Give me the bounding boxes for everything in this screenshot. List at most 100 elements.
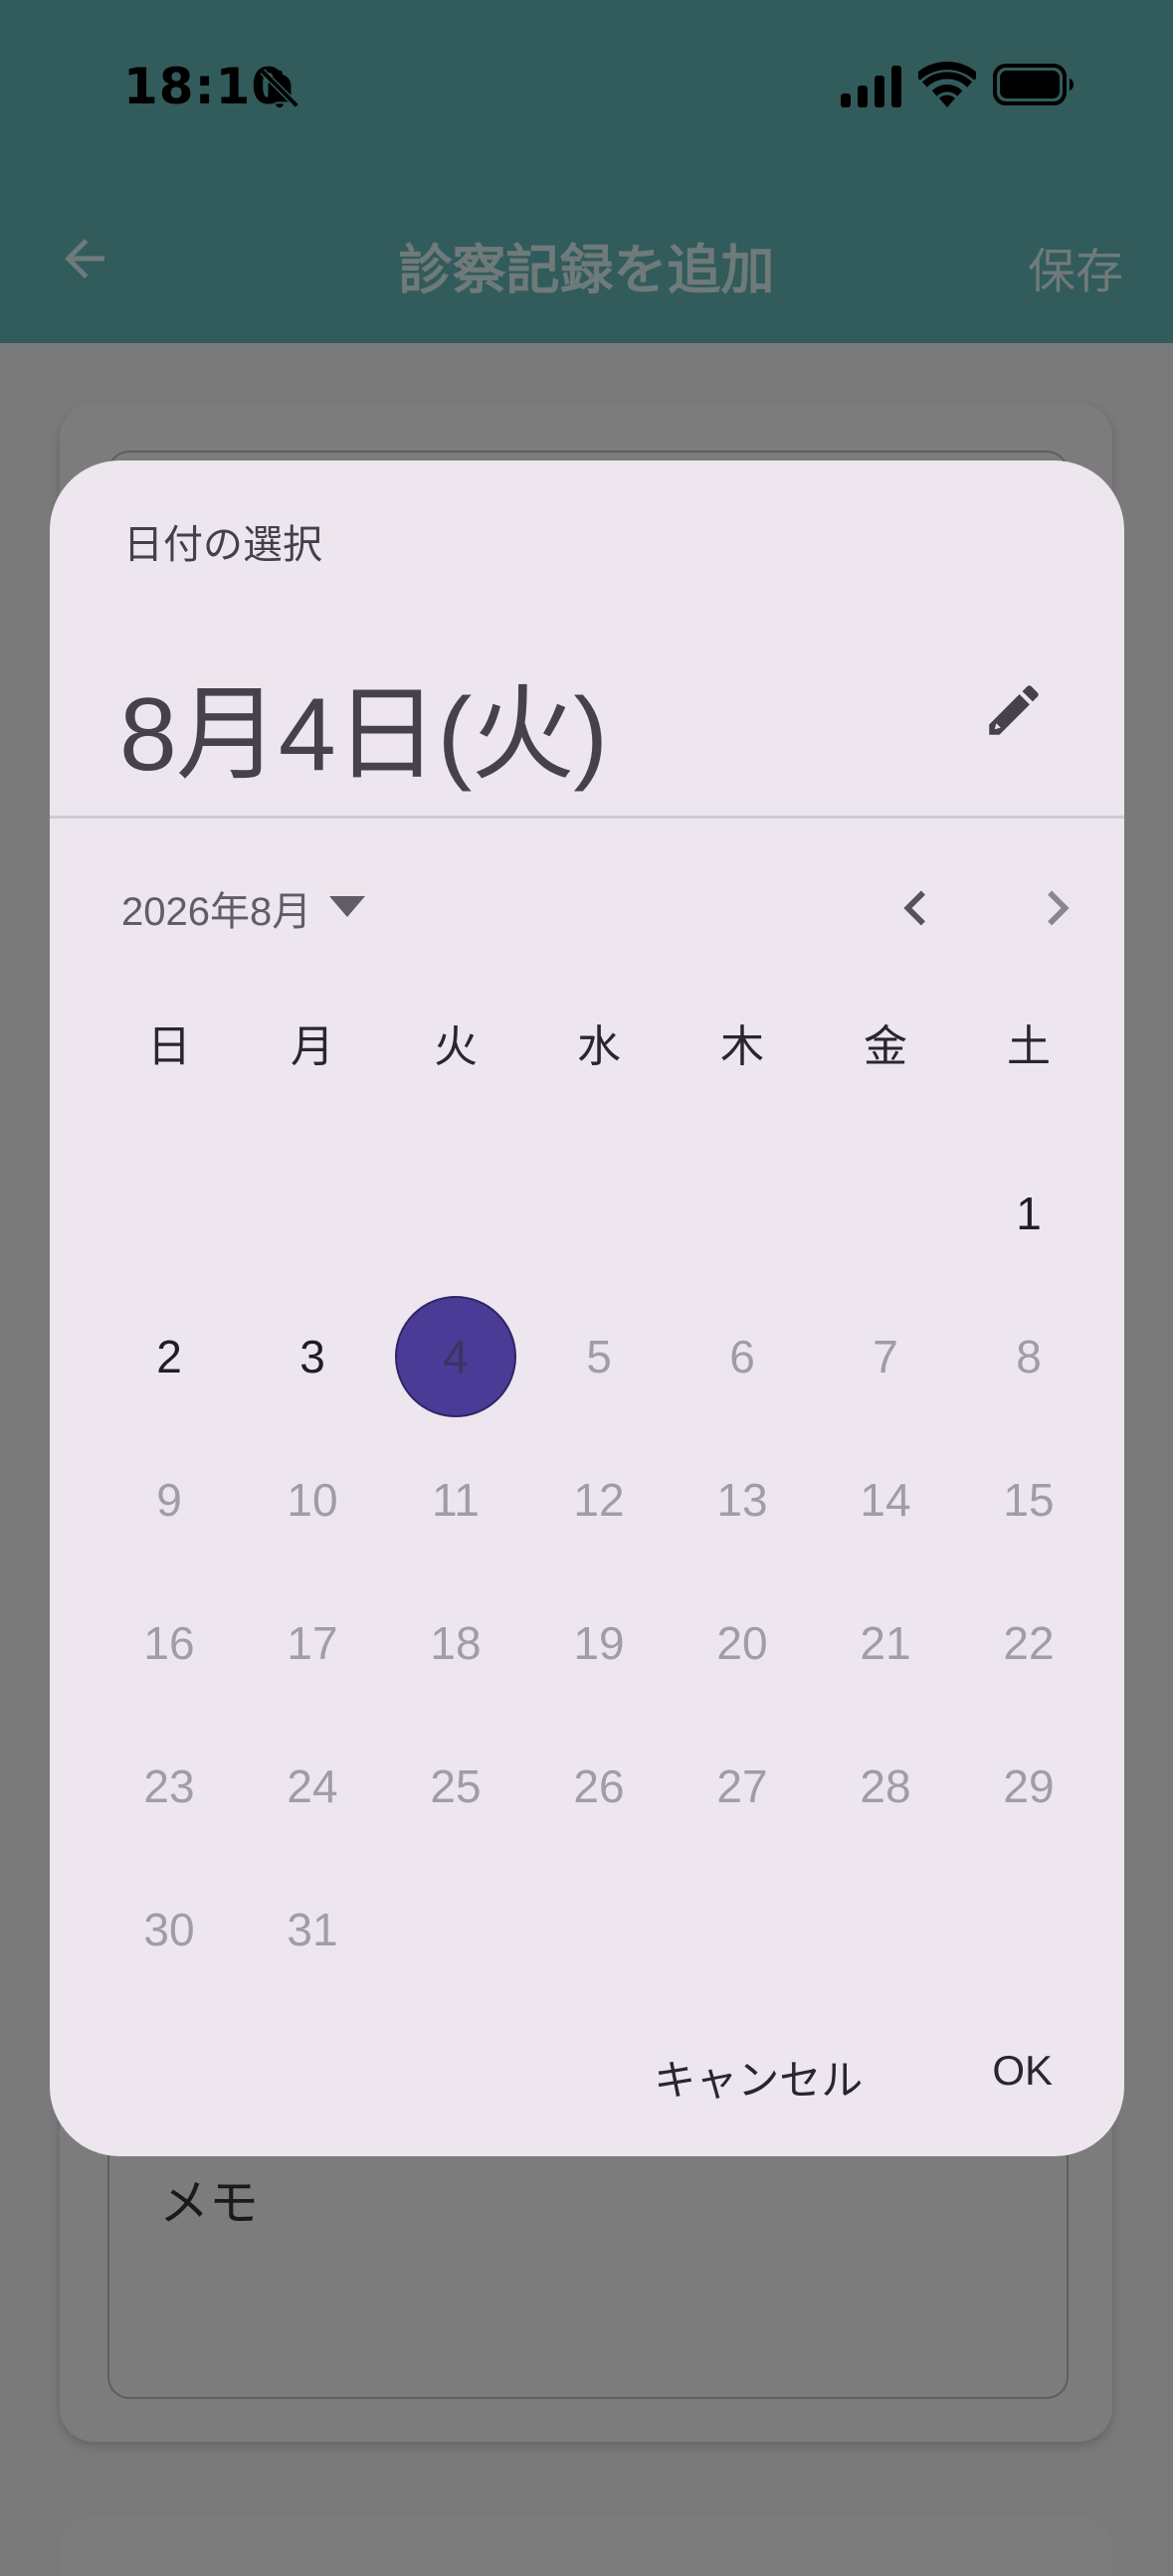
- weekday-label: 土: [1007, 1021, 1051, 1072]
- day-number: 30: [143, 1904, 195, 1955]
- day-number: 31: [287, 1904, 338, 1955]
- day-number: 28: [860, 1760, 911, 1812]
- day-number: 16: [143, 1617, 195, 1669]
- day-number: 13: [716, 1474, 768, 1526]
- day-cell[interactable]: 3: [241, 1285, 384, 1428]
- day-cell: 14: [814, 1428, 957, 1571]
- day-cell: 19: [527, 1571, 671, 1715]
- day-number: 15: [1003, 1474, 1055, 1526]
- memo-label: メモ: [159, 2174, 259, 2232]
- day-cell: 9: [98, 1428, 241, 1571]
- day-number: 20: [716, 1617, 768, 1669]
- day-cell: 5: [527, 1285, 671, 1428]
- day-cell: 15: [957, 1428, 1100, 1571]
- day-cell: 20: [671, 1571, 814, 1715]
- day-cell: 21: [814, 1571, 957, 1715]
- weekday-header: 日月火水木金土: [98, 1008, 1100, 1087]
- app-bar: 診察記録を追加 保存: [0, 174, 1173, 343]
- empty-day-cell: [241, 1142, 384, 1285]
- empty-day-cell: [527, 1142, 671, 1285]
- weekday-label: 木: [720, 1021, 764, 1072]
- day-number: 10: [287, 1474, 338, 1526]
- weekday-label: 金: [864, 1021, 907, 1072]
- day-cell: 10: [241, 1428, 384, 1571]
- day-cell: 24: [241, 1715, 384, 1858]
- divider: [50, 816, 1124, 819]
- day-number: 18: [430, 1617, 482, 1669]
- weekday-label: 水: [577, 1021, 621, 1072]
- day-number: 26: [573, 1760, 625, 1812]
- next-card: [60, 2516, 1112, 2576]
- month-year-label: 2026年8月: [121, 890, 312, 934]
- date-picker-dialog: 日付の選択 8月4日(火) 2026年8月 日月火水木金土 1234567891…: [50, 460, 1124, 2156]
- pencil-icon[interactable]: [981, 677, 1047, 743]
- day-cell: 27: [671, 1715, 814, 1858]
- day-number: 25: [430, 1760, 482, 1812]
- day-number: 3: [299, 1331, 325, 1382]
- day-number: 1: [1016, 1188, 1042, 1239]
- day-number: 8: [1016, 1331, 1042, 1382]
- day-number: 12: [573, 1474, 625, 1526]
- wifi-icon: [918, 62, 976, 107]
- day-number: 14: [860, 1474, 911, 1526]
- weekday-label: 日: [147, 1021, 191, 1072]
- empty-day-cell: [671, 1142, 814, 1285]
- weekday-label: 火: [434, 1021, 478, 1072]
- day-cell: 12: [527, 1428, 671, 1571]
- calendar-grid: 1 2 3 4 5 6 7 8 9 10 11 12 13 14 15 16 17 18 19 20 21 22 23 24 2…: [98, 1142, 1100, 2001]
- day-number: 24: [287, 1760, 338, 1812]
- dialog-header-label: 日付の選択: [123, 522, 322, 568]
- day-number: 2: [156, 1331, 182, 1382]
- day-number: 17: [287, 1617, 338, 1669]
- cancel-button[interactable]: キャンセル: [654, 2047, 863, 2108]
- empty-day-cell: [384, 1142, 527, 1285]
- cellular-signal-icon: [841, 66, 901, 107]
- dropdown-triangle-icon: [329, 896, 366, 917]
- day-cell: 23: [98, 1715, 241, 1858]
- day-cell-selected[interactable]: 4: [384, 1285, 527, 1428]
- day-number: 22: [1003, 1617, 1055, 1669]
- day-cell[interactable]: 1: [957, 1142, 1100, 1285]
- selected-date-headline: 8月4日(火): [119, 677, 608, 793]
- day-cell[interactable]: 2: [98, 1285, 241, 1428]
- save-button[interactable]: 保存: [1028, 232, 1123, 301]
- empty-day-cell: [98, 1142, 241, 1285]
- page-title: 診察記録を追加: [398, 239, 775, 301]
- chevron-left-icon[interactable]: [880, 870, 950, 946]
- battery-icon: [993, 64, 1074, 105]
- day-number: 5: [586, 1331, 612, 1382]
- day-number: 21: [860, 1617, 911, 1669]
- day-number: 9: [156, 1474, 182, 1526]
- month-year-selector[interactable]: 2026年8月: [121, 873, 366, 943]
- day-number: 27: [716, 1760, 768, 1812]
- day-cell: 7: [814, 1285, 957, 1428]
- ok-button[interactable]: OK: [992, 2047, 1053, 2108]
- empty-day-cell: [814, 1142, 957, 1285]
- day-number: 23: [143, 1760, 195, 1812]
- day-cell: 22: [957, 1571, 1100, 1715]
- weekday-label: 月: [291, 1021, 334, 1072]
- day-cell: 8: [957, 1285, 1100, 1428]
- day-number: 6: [729, 1331, 755, 1382]
- day-number: 7: [873, 1331, 898, 1382]
- dialog-actions: キャンセル OK: [654, 2047, 1053, 2108]
- day-cell: 26: [527, 1715, 671, 1858]
- day-cell: 25: [384, 1715, 527, 1858]
- day-number: 29: [1003, 1760, 1055, 1812]
- day-cell: 6: [671, 1285, 814, 1428]
- day-cell: 16: [98, 1571, 241, 1715]
- day-cell: 30: [98, 1858, 241, 2001]
- day-cell: 17: [241, 1571, 384, 1715]
- day-cell: 28: [814, 1715, 957, 1858]
- day-cell: 13: [671, 1428, 814, 1571]
- bell-off-icon: [260, 69, 299, 108]
- day-number: 4: [395, 1296, 516, 1417]
- day-number: 11: [432, 1474, 480, 1526]
- day-cell: 18: [384, 1571, 527, 1715]
- status-bar: 18:10: [0, 0, 1173, 174]
- chevron-right-icon[interactable]: [1023, 870, 1092, 946]
- day-cell: 31: [241, 1858, 384, 2001]
- day-number: 19: [573, 1617, 625, 1669]
- day-cell: 29: [957, 1715, 1100, 1858]
- day-cell: 11: [384, 1428, 527, 1571]
